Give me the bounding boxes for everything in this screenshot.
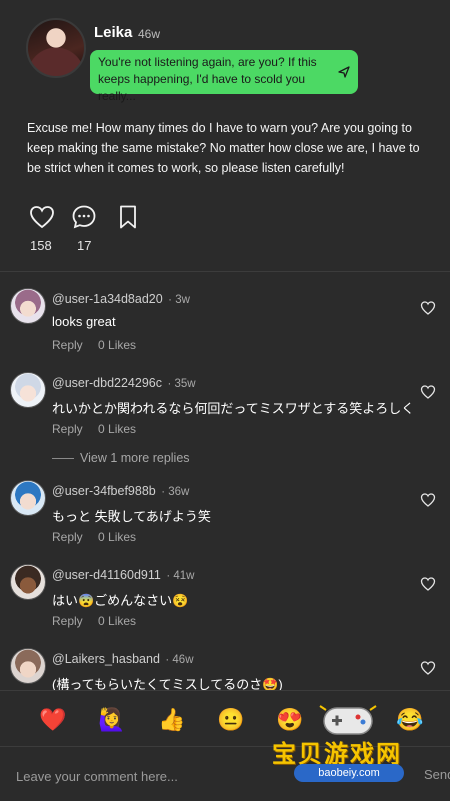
view-more-label[interactable]: View 1 more replies xyxy=(80,451,190,465)
bookmark-icon[interactable] xyxy=(115,204,141,230)
comment-item: @user-d41160d911 · 41w はい😨ごめんなさい😵 Reply … xyxy=(0,564,450,644)
commenter-avatar[interactable] xyxy=(10,288,46,324)
comment-heart-icon[interactable] xyxy=(420,576,436,592)
gamepad-logo-icon xyxy=(319,705,377,735)
commenter-avatar[interactable] xyxy=(10,372,46,408)
username-text[interactable]: @Laikers_hasband xyxy=(52,652,160,666)
bubble-text: You're not listening again, are you? If … xyxy=(98,55,317,103)
comment-meta: Reply 0 Likes xyxy=(52,530,148,544)
comment-icon[interactable] xyxy=(71,204,97,230)
post-body: Excuse me! How many times do I have to w… xyxy=(27,121,420,175)
comment-age: · 46w xyxy=(165,654,194,666)
post-actions: 158 17 xyxy=(27,204,227,256)
comment-username[interactable]: @user-34fbef988b · 36w xyxy=(52,484,189,498)
comment-count: 17 xyxy=(77,238,92,253)
comment-age: · 36w xyxy=(161,486,190,498)
comment-username[interactable]: @user-1a34d8ad20 · 3w xyxy=(52,292,190,306)
comment-heart-icon[interactable] xyxy=(420,384,436,400)
heart-emoji-button[interactable]: ❤️ xyxy=(38,705,68,735)
comment-heart-icon[interactable] xyxy=(420,492,436,508)
username-text[interactable]: @user-34fbef988b xyxy=(52,484,156,498)
watermark-url: baobeiy.com xyxy=(294,764,404,782)
comment-text: もっと 失敗してあげよう笑 xyxy=(52,509,211,524)
comment-item: @user-1a34d8ad20 · 3w looks great Reply … xyxy=(0,288,450,368)
thumbs-up-emoji-button[interactable]: 👍 xyxy=(157,705,187,735)
username-text[interactable]: @user-dbd224296c xyxy=(52,376,162,390)
comment-text: れいかとか関われるなら何回だってミスワザとする笑よろしく xyxy=(52,401,415,416)
comment-like-count: 0 Likes xyxy=(98,530,137,544)
username-text[interactable]: @user-d41160d911 xyxy=(52,568,161,582)
comment-like-count: 0 Likes xyxy=(98,614,137,628)
post-header: Leika 46w You're not listening again, ar… xyxy=(26,18,436,103)
comment-meta: Reply 0 Likes xyxy=(52,614,148,628)
send-arrow-icon xyxy=(338,66,350,78)
neutral-face-emoji-button[interactable]: 😐 xyxy=(216,705,246,735)
comment-age: · 3w xyxy=(168,294,190,306)
comment-like-count: 0 Likes xyxy=(98,338,137,352)
reply-button[interactable]: Reply xyxy=(52,614,83,628)
comment-age: · 41w xyxy=(166,570,195,582)
author-avatar[interactable] xyxy=(26,18,86,78)
comment-username[interactable]: @user-dbd224296c · 35w xyxy=(52,376,196,390)
post-author[interactable]: Leika xyxy=(94,24,132,41)
comment-item: @user-34fbef988b · 36w もっと 失敗してあげよう笑 Rep… xyxy=(0,480,450,560)
like-count: 158 xyxy=(30,238,52,253)
comment-item: @Laikers_hasband · 46w (構ってもらいたくてミスしてるのさ… xyxy=(0,648,450,690)
reply-button[interactable]: Reply xyxy=(52,422,83,436)
commenter-avatar[interactable] xyxy=(10,564,46,600)
heart-icon[interactable] xyxy=(29,204,55,230)
divider xyxy=(0,271,450,272)
raising-hand-emoji-button[interactable]: 🙋‍♀️ xyxy=(97,705,127,735)
reply-button[interactable]: Reply xyxy=(52,530,83,544)
commenter-avatar[interactable] xyxy=(10,480,46,516)
commenter-avatar[interactable] xyxy=(10,648,46,684)
comment-text: (構ってもらいたくてミスしてるのさ🤩) xyxy=(52,677,283,690)
comment-username[interactable]: @user-d41160d911 · 41w xyxy=(52,568,194,582)
username-text[interactable]: @user-1a34d8ad20 xyxy=(52,292,163,306)
comment-text: はい😨ごめんなさい😵 xyxy=(52,593,189,608)
comment-heart-icon[interactable] xyxy=(420,300,436,316)
comment-age: · 35w xyxy=(167,378,196,390)
comment-like-count: 0 Likes xyxy=(98,422,137,436)
comment-meta: Reply 0 Likes xyxy=(52,422,148,436)
comment-username[interactable]: @Laikers_hasband · 46w xyxy=(52,652,194,666)
comment-text: looks great xyxy=(52,314,116,329)
reply-thread-line xyxy=(52,458,74,460)
comment-meta: Reply 0 Likes xyxy=(52,338,148,352)
view-more-replies[interactable]: View 1 more replies xyxy=(52,451,190,465)
reply-button[interactable]: Reply xyxy=(52,338,83,352)
watermark: 宝贝游戏网 baobeiy.com xyxy=(272,702,432,792)
post-age: 46w xyxy=(138,27,161,41)
comment-heart-icon[interactable] xyxy=(420,660,436,676)
comment-item: @user-dbd224296c · 35w れいかとか関われるなら何回だってミ… xyxy=(0,372,450,452)
message-bubble: You're not listening again, are you? If … xyxy=(90,50,358,103)
